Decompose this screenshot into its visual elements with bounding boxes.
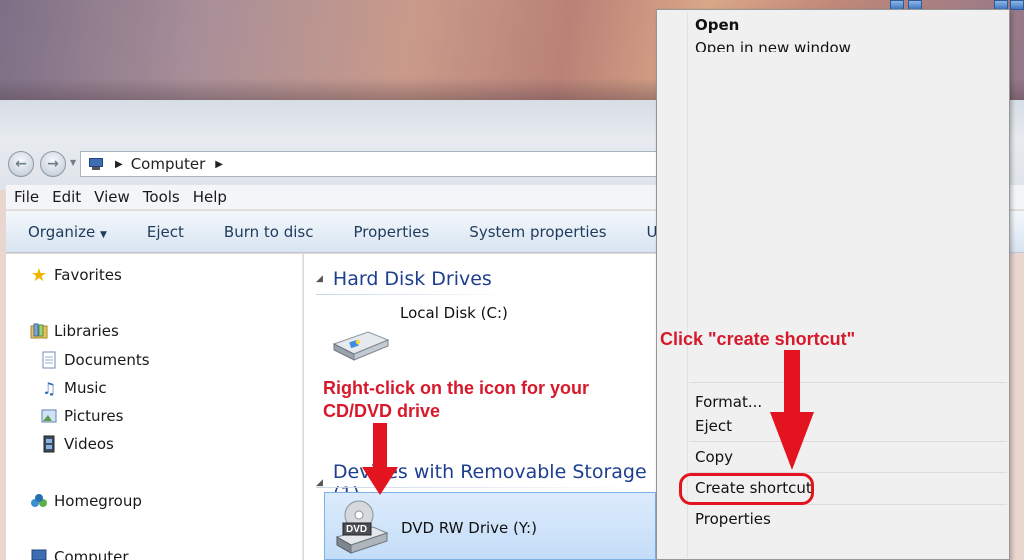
breadcrumb-chevron-icon[interactable]: ▶ xyxy=(115,159,123,170)
nav-documents-label: Documents xyxy=(64,351,150,369)
group-hard-disk-drives[interactable]: ◢ Hard Disk Drives xyxy=(316,268,492,290)
document-icon xyxy=(40,351,58,369)
navigation-pane: ★ Favorites Libraries Documents ♫ Music … xyxy=(6,254,303,560)
highlight-oval xyxy=(679,473,814,505)
film-icon xyxy=(40,435,58,453)
breadcrumb-chevron-icon[interactable]: ▶ xyxy=(215,159,223,170)
menu-properties[interactable]: Properties xyxy=(695,510,771,528)
nav-libraries-label: Libraries xyxy=(54,322,119,340)
picture-icon xyxy=(40,407,58,425)
dvd-drive-label: DVD RW Drive (Y:) xyxy=(401,519,537,537)
nav-pictures[interactable]: Pictures xyxy=(40,407,123,425)
arrow-right-icon: → xyxy=(47,156,59,172)
burn-to-disc-button[interactable]: Burn to disc xyxy=(204,223,334,241)
nav-homegroup[interactable]: Homegroup xyxy=(30,492,142,510)
menu-open[interactable]: Open xyxy=(695,16,739,34)
menu-open-new-window[interactable]: Open in new window xyxy=(695,39,851,52)
music-note-icon: ♫ xyxy=(41,378,57,398)
nav-pictures-label: Pictures xyxy=(64,407,124,425)
chevron-down-icon: ▼ xyxy=(70,158,77,167)
annotation-click-create: Click "create shortcut" xyxy=(660,329,856,349)
collapse-arrow-icon: ◢ xyxy=(316,274,323,284)
computer-icon xyxy=(30,548,48,560)
nav-videos[interactable]: Videos xyxy=(40,435,114,453)
arrow-down-icon xyxy=(770,350,814,472)
menu-view[interactable]: View xyxy=(94,188,130,206)
computer-icon xyxy=(87,158,105,170)
forward-button[interactable]: → xyxy=(40,151,66,177)
annotation-line: Right-click on the icon for your xyxy=(323,378,590,398)
dvd-drive-icon: DVD xyxy=(333,497,389,557)
menu-format[interactable]: Format... xyxy=(695,393,762,411)
library-icon xyxy=(30,322,48,340)
star-icon: ★ xyxy=(30,264,48,286)
dvd-badge: DVD xyxy=(346,524,368,535)
tray-icon xyxy=(1010,0,1024,10)
menu-file[interactable]: File xyxy=(14,188,39,206)
nav-favorites-label: Favorites xyxy=(54,266,122,284)
dvd-drive-item[interactable]: DVD DVD RW Drive (Y:) xyxy=(324,492,656,560)
hard-drive-icon xyxy=(330,328,390,366)
arrow-down-icon xyxy=(362,423,398,495)
group-hard-disk-title: Hard Disk Drives xyxy=(332,268,492,290)
recent-pages-dropdown[interactable]: ▼ xyxy=(70,158,76,167)
annotation-right-click: Right-click on the icon for your CD/DVD … xyxy=(323,377,589,423)
system-properties-button[interactable]: System properties xyxy=(449,223,626,241)
menu-edit[interactable]: Edit xyxy=(52,188,81,206)
group-divider xyxy=(316,294,516,295)
breadcrumb-computer[interactable]: Computer xyxy=(131,155,206,173)
address-bar[interactable]: ▶ Computer ▶ xyxy=(80,151,680,177)
nav-libraries[interactable]: Libraries xyxy=(30,322,119,340)
menu-tools[interactable]: Tools xyxy=(143,188,180,206)
annotation-line: CD/DVD drive xyxy=(323,401,441,421)
menu-separator xyxy=(689,382,1007,383)
organize-button[interactable]: Organize ▼ xyxy=(6,223,127,241)
nav-documents[interactable]: Documents xyxy=(40,351,150,369)
nav-favorites[interactable]: ★ Favorites xyxy=(30,264,122,286)
nav-music[interactable]: ♫ Music xyxy=(40,378,107,398)
nav-computer-label: Computer xyxy=(54,548,129,560)
eject-button[interactable]: Eject xyxy=(127,223,204,241)
menu-help[interactable]: Help xyxy=(193,188,227,206)
menu-eject[interactable]: Eject xyxy=(695,417,732,435)
nav-videos-label: Videos xyxy=(64,435,114,453)
nav-music-label: Music xyxy=(64,379,107,397)
caret-down-icon: ▼ xyxy=(99,229,107,240)
nav-homegroup-label: Homegroup xyxy=(54,492,142,510)
properties-button[interactable]: Properties xyxy=(333,223,449,241)
menu-copy[interactable]: Copy xyxy=(695,448,733,466)
nav-computer[interactable]: Computer xyxy=(30,548,129,560)
homegroup-icon xyxy=(30,492,48,510)
arrow-left-icon: ← xyxy=(15,156,27,172)
local-disk-label: Local Disk (C:) xyxy=(400,304,508,322)
organize-label: Organize xyxy=(28,222,96,241)
local-disk-item[interactable]: Local Disk (C:) xyxy=(324,302,644,364)
back-button[interactable]: ← xyxy=(8,151,34,177)
menu-separator xyxy=(689,441,1007,442)
